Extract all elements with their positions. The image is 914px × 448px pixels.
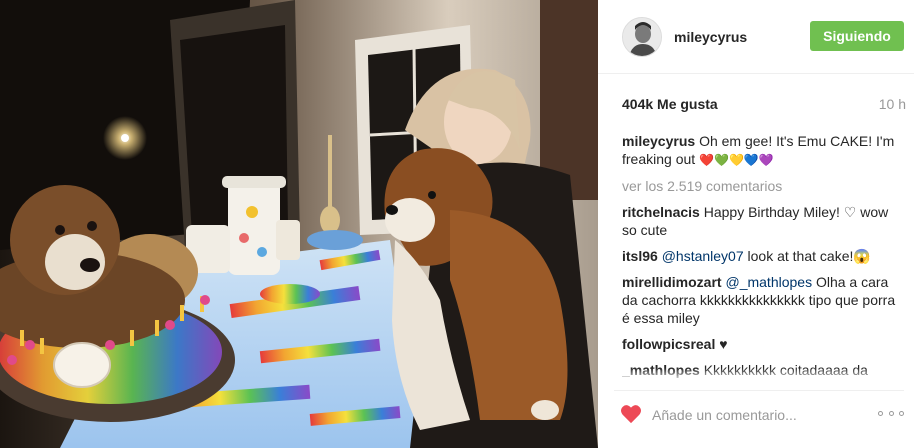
comment-username[interactable]: mirellidimozart <box>622 274 722 290</box>
avatar[interactable] <box>622 17 662 57</box>
likes-row: 404k Me gusta 10 h <box>622 96 906 112</box>
more-options-icon[interactable] <box>878 403 904 423</box>
heart-icon[interactable] <box>620 404 642 424</box>
dot <box>878 410 883 416</box>
instagram-post: mileycyrus Siguiendo 404k Me gusta 10 h … <box>0 0 914 448</box>
likes-count[interactable]: 404k Me gusta <box>622 96 718 112</box>
following-button[interactable]: Siguiendo <box>810 21 904 51</box>
post-header: mileycyrus Siguiendo <box>598 0 914 74</box>
comment-mention[interactable]: @hstanley07 <box>662 248 744 264</box>
post-photo[interactable] <box>0 0 598 448</box>
caption: mileycyrus Oh em gee! It's Emu CAKE! I'm… <box>622 132 898 169</box>
comment-item: mirellidimozart @_mathlopes Olha a cara … <box>622 273 898 327</box>
comment-text: ♥ <box>719 336 728 352</box>
caption-username[interactable]: mileycyrus <box>622 133 695 149</box>
dot <box>899 410 904 416</box>
comment-username[interactable]: followpicsreal <box>622 336 715 352</box>
comment-item: followpicsreal ♥ <box>622 335 898 353</box>
post-author-username[interactable]: mileycyrus <box>674 29 747 45</box>
post-age[interactable]: 10 h <box>879 96 906 112</box>
avatar-image <box>623 18 661 56</box>
dot <box>888 410 894 416</box>
comment-mention[interactable]: @_mathlopes <box>725 274 812 290</box>
comments-list: mileycyrus Oh em gee! It's Emu CAKE! I'm… <box>622 132 898 382</box>
comment-bar <box>614 390 904 434</box>
comment-text: look at that cake!😱 <box>747 248 871 264</box>
caption-hearts: ❤️💚💛💙💜 <box>699 153 774 167</box>
post-side-panel: mileycyrus Siguiendo 404k Me gusta 10 h … <box>598 0 914 448</box>
photo-illustration <box>0 0 598 448</box>
add-comment-input[interactable] <box>652 405 862 425</box>
comment-item: ritchelnacis Happy Birthday Miley! ♡ wow… <box>622 203 898 239</box>
comments-fade <box>622 368 898 382</box>
comment-username[interactable]: itsl96 <box>622 248 658 264</box>
view-all-comments-link[interactable]: ver los 2.519 comentarios <box>622 177 898 195</box>
comment-username[interactable]: ritchelnacis <box>622 204 700 220</box>
comment-item: itsl96 @hstanley07 look at that cake!😱 <box>622 247 898 265</box>
